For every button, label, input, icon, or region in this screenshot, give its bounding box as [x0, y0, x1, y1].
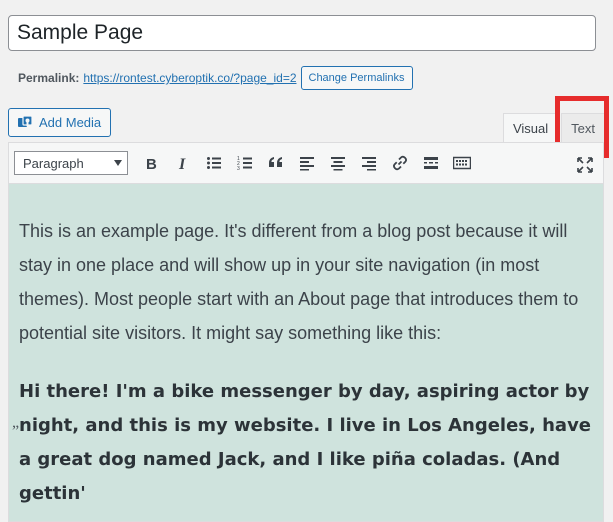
svg-text:B: B [146, 156, 157, 171]
align-right-icon [362, 157, 376, 171]
insert-link-button[interactable] [386, 149, 414, 177]
add-media-label: Add Media [39, 115, 102, 130]
change-permalinks-button[interactable]: Change Permalinks [300, 66, 413, 90]
add-media-icon [18, 114, 33, 127]
page-title-input[interactable] [8, 15, 596, 51]
content-paragraph: This is an example page. It's different … [19, 221, 579, 343]
blockquote-marker: ” [12, 423, 20, 440]
bulleted-list-icon [207, 157, 221, 169]
fullscreen-icon [577, 157, 593, 173]
bold-button[interactable]: B [138, 149, 166, 177]
permalink-label: Permalink: [18, 71, 80, 85]
link-icon [393, 155, 407, 171]
align-right-button[interactable] [355, 149, 383, 177]
svg-text:I: I [178, 156, 186, 171]
numbered-list-button[interactable]: 1 2 3 [231, 149, 259, 177]
format-select-value: Paragraph [23, 155, 84, 171]
tab-visual[interactable]: Visual [502, 113, 559, 142]
editor-tabs: Visual Text [502, 113, 605, 142]
bulleted-list-button[interactable] [200, 149, 228, 177]
toolbar-toggle-button[interactable] [448, 149, 476, 177]
fullscreen-button[interactable] [577, 157, 593, 178]
editor-content[interactable]: This is an example page. It's different … [9, 184, 603, 511]
tab-text[interactable]: Text [561, 113, 605, 142]
read-more-button[interactable] [417, 149, 445, 177]
italic-icon: I [178, 156, 186, 171]
align-center-button[interactable] [324, 149, 352, 177]
keyboard-icon [453, 156, 471, 170]
italic-button[interactable]: I [169, 149, 197, 177]
dropdown-arrow-icon [114, 160, 122, 166]
editor-toolbar: Paragraph B I 1 2 3 [9, 143, 603, 184]
format-select[interactable]: Paragraph [14, 151, 128, 175]
blockquote-button[interactable] [262, 149, 290, 177]
align-left-button[interactable] [293, 149, 321, 177]
add-media-button[interactable]: Add Media [8, 108, 112, 137]
align-center-icon [331, 157, 345, 171]
read-more-icon [424, 157, 438, 169]
align-left-icon [300, 157, 314, 171]
svg-text:3: 3 [237, 166, 240, 171]
blockquote-icon [269, 157, 282, 167]
permalink-row: Permalink: https://rontest.cyberoptik.co… [18, 66, 413, 90]
permalink-url-link[interactable]: https://rontest.cyberoptik.co/?page_id=2 [83, 71, 296, 85]
content-quote-paragraph: Hi there! I'm a bike messenger by day, a… [19, 381, 592, 504]
numbered-list-icon: 1 2 3 [237, 156, 252, 171]
editor-area: Paragraph B I 1 2 3 This is an example p… [8, 142, 604, 522]
bold-icon: B [146, 156, 157, 171]
